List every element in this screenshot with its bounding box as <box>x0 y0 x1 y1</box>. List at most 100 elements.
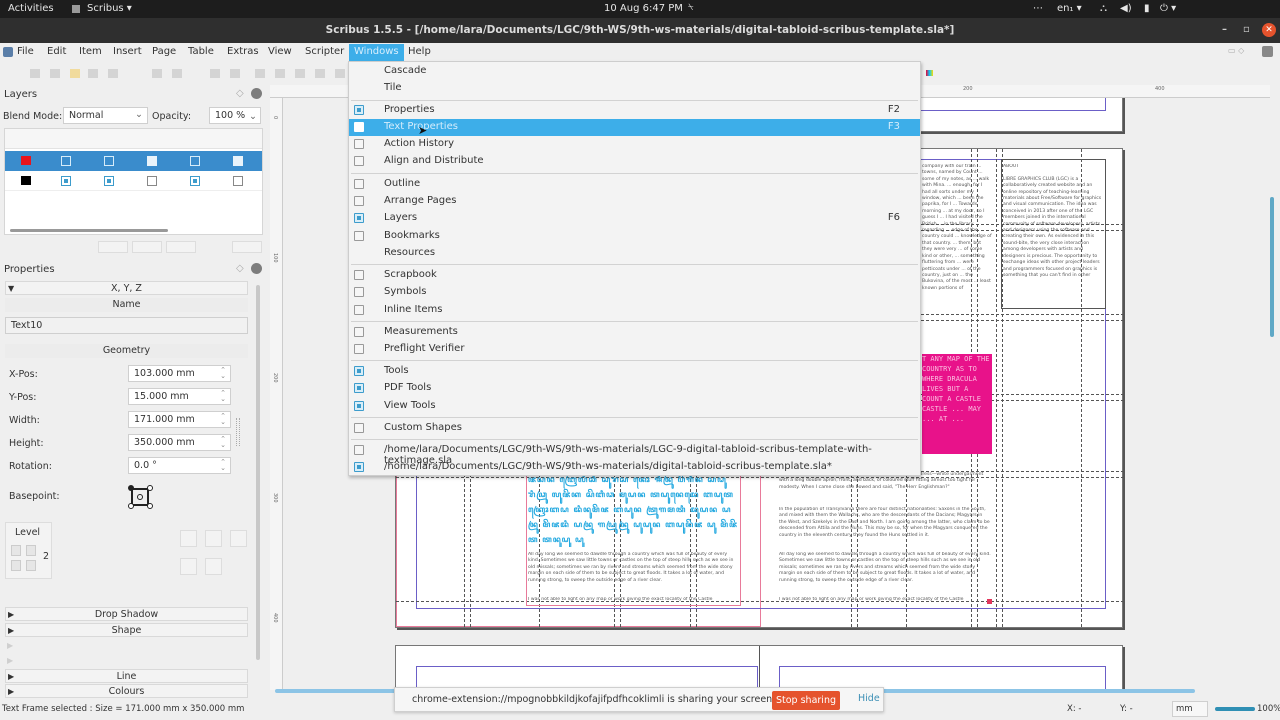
layer-visible-checkbox[interactable] <box>61 156 71 166</box>
menu-item-bookmarks[interactable]: Bookmarks <box>349 228 920 245</box>
spinner-icon[interactable]: ⌃ ⌄ <box>220 459 226 472</box>
more-icon[interactable]: ⋯ <box>1033 3 1043 14</box>
language-selector[interactable]: en₁ ▾ <box>1057 3 1082 14</box>
layers-scrollbar[interactable] <box>10 229 168 232</box>
menu-item-scrapbook[interactable]: Scrapbook <box>349 267 920 284</box>
layer-visible-checkbox[interactable] <box>61 176 71 186</box>
menu-item-symbols[interactable]: Symbols <box>349 284 920 301</box>
lower-icon[interactable] <box>11 560 21 571</box>
section-drop-shadow[interactable]: ▶ Drop Shadow <box>5 607 248 621</box>
layer-row-selected[interactable] <box>5 151 262 171</box>
text-frame-icon[interactable] <box>275 69 285 78</box>
menu-item-properties[interactable]: Properties F2 <box>349 102 920 119</box>
properties-scrollbar[interactable] <box>256 285 260 660</box>
close-panel-icon[interactable] <box>251 88 262 99</box>
link-dimensions-icon[interactable] <box>236 418 240 446</box>
undo-icon[interactable] <box>152 69 162 78</box>
flip-horizontal-button[interactable] <box>180 530 197 547</box>
menu-help[interactable]: Help <box>408 46 431 57</box>
image-frame-icon[interactable] <box>295 69 305 78</box>
layer-print-checkbox[interactable] <box>104 176 114 186</box>
layer-flow-checkbox[interactable] <box>190 156 200 166</box>
item-name-input[interactable]: Text10 <box>5 317 248 334</box>
mdi-window-controls[interactable]: ▭ ◇ <box>1228 46 1244 55</box>
add-layer-button[interactable] <box>98 241 128 253</box>
float-icon[interactable]: ◇ <box>236 88 244 99</box>
menu-item-text-properties[interactable]: Text Properties F3 <box>349 119 920 136</box>
text-overflow-marker[interactable] <box>987 599 992 604</box>
layer-lock-checkbox[interactable] <box>147 176 157 186</box>
pink-pull-quote[interactable]: T ANY MAP OF THE COUNTRY AS TO WHERE DRA… <box>922 354 992 454</box>
copy-icon[interactable] <box>230 69 240 78</box>
menu-windows[interactable]: Windows <box>349 44 404 61</box>
save-icon[interactable] <box>70 69 80 78</box>
spinner-icon[interactable]: ⌃ ⌄ <box>220 367 226 380</box>
hide-button[interactable]: Hide <box>858 693 880 704</box>
stop-sharing-button[interactable]: Stop sharing <box>772 691 840 710</box>
menu-item-inline-items[interactable]: Inline Items <box>349 302 920 319</box>
microphone-icon[interactable]: ▮ <box>1144 3 1150 14</box>
menu-item[interactable]: Item <box>79 46 102 57</box>
menu-view[interactable]: View <box>268 46 292 57</box>
flip-vertical-button[interactable] <box>205 530 222 547</box>
layer-outline-checkbox[interactable] <box>233 176 243 186</box>
body-text-left-last[interactable]: I was not able to light on any map or wo… <box>528 597 739 605</box>
menu-item-tools[interactable]: Tools <box>349 363 920 380</box>
layer-outline-checkbox[interactable] <box>233 156 243 166</box>
body-text-left[interactable]: All day long we seemed to dawdle through… <box>528 552 739 594</box>
app-menu-button[interactable]: Scribus ▾ <box>87 3 132 14</box>
menu-item-document-1[interactable]: /home/lara/Documents/LGC/9th-WS/9th-ws-m… <box>349 442 920 466</box>
layer-flow-checkbox[interactable] <box>190 176 200 186</box>
new-icon[interactable] <box>30 69 40 78</box>
lower-to-bottom-icon[interactable] <box>26 560 36 571</box>
unit-select[interactable]: mm <box>1172 701 1208 717</box>
color-management-icon[interactable] <box>926 70 933 76</box>
menu-extras[interactable]: Extras <box>227 46 259 57</box>
javanese-text-frame[interactable]: ꦗꦱꦤ ꦧꦿꦺꦭꦶꦕꦶ ꦱꦸꦫꦱ ꦤꦺꦴ ꦯꦶꦤꦿꦸ ꦥꦼꦒꦶꦤ ꦱꦝꦸ ꦫꦶꦣ… <box>528 472 738 547</box>
lock-button[interactable] <box>230 530 247 547</box>
menu-item-custom-shapes[interactable]: Custom Shapes <box>349 420 920 437</box>
body-text-right-3[interactable]: All day long we seemed to dawdle through… <box>779 552 991 594</box>
body-text-right-2[interactable]: In the population of Transylvania there … <box>779 507 991 545</box>
menu-item-pdf-tools[interactable]: PDF Tools <box>349 380 920 397</box>
menu-item-outline[interactable]: Outline <box>349 176 920 193</box>
menu-item-cascade[interactable]: Cascade <box>349 63 920 80</box>
vertical-scrollbar[interactable] <box>1270 197 1274 337</box>
menu-item-layers[interactable]: Layers F6 <box>349 210 920 227</box>
rotation-input[interactable]: 0.0 ° ⌃ ⌄ <box>128 457 231 474</box>
opacity-input[interactable]: 100 % ⌄ <box>209 107 261 124</box>
layer-lock-checkbox[interactable] <box>147 156 157 166</box>
menu-table[interactable]: Table <box>188 46 214 57</box>
spinner-icon[interactable]: ⌃ ⌄ <box>220 390 226 403</box>
menu-item-view-tools[interactable]: View Tools <box>349 398 920 415</box>
basepoint-selector[interactable] <box>128 485 153 509</box>
activities-button[interactable]: Activities <box>8 3 54 14</box>
mdi-close-icon[interactable] <box>1262 46 1273 57</box>
width-input[interactable]: 171.000 mm ⌃ ⌄ <box>128 411 231 428</box>
table-icon[interactable] <box>315 69 325 78</box>
raise-to-top-icon[interactable] <box>26 545 36 556</box>
close-panel-icon[interactable] <box>251 263 262 274</box>
volume-icon[interactable]: ◀) <box>1120 3 1132 14</box>
clock[interactable]: 10 Aug 6:47 PM <box>604 3 683 14</box>
float-icon[interactable]: ◇ <box>236 263 244 274</box>
printing-toggle-button[interactable] <box>205 558 222 575</box>
menu-scripter[interactable]: Scripter <box>305 46 344 57</box>
shape-icon[interactable] <box>335 69 345 78</box>
section-xyz[interactable]: ▼ X, Y, Z <box>5 281 248 295</box>
body-text-right-last[interactable]: I was not able to light on any map or wo… <box>779 597 991 605</box>
menu-item-preflight-verifier[interactable]: Preflight Verifier <box>349 341 920 358</box>
blend-mode-select[interactable]: Normal ⌄ <box>63 107 148 124</box>
section-shape[interactable]: ▶ Shape <box>5 623 248 637</box>
menu-insert[interactable]: Insert <box>113 46 142 57</box>
open-icon[interactable] <box>50 69 60 78</box>
network-icon[interactable]: ⛬ <box>1100 3 1107 14</box>
print-icon[interactable] <box>88 69 98 78</box>
select-icon[interactable] <box>255 69 265 78</box>
spinner-icon[interactable]: ⌃ ⌄ <box>220 436 226 449</box>
section-colours[interactable]: ▶ Colours <box>5 684 248 698</box>
menu-edit[interactable]: Edit <box>47 46 66 57</box>
move-layer-button[interactable] <box>232 241 262 253</box>
redo-icon[interactable] <box>172 69 182 78</box>
layer-row[interactable] <box>5 171 262 191</box>
